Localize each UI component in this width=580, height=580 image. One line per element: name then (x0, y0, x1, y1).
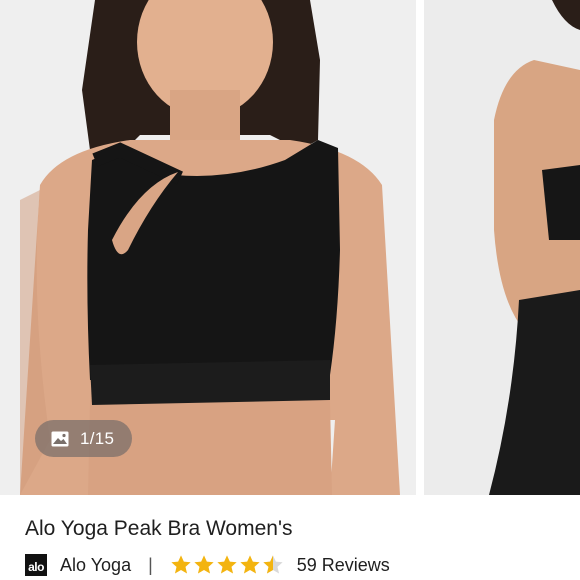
product-title[interactable]: Alo Yoga Peak Bra Women's (25, 517, 292, 541)
product-image-next[interactable] (424, 0, 580, 495)
brand-name-link[interactable]: Alo Yoga (60, 555, 131, 576)
reviews-count-link[interactable]: 59 Reviews (297, 555, 390, 576)
image-counter-text: 1/15 (80, 428, 115, 448)
brand-logo[interactable]: alo (25, 554, 47, 576)
meta-divider: | (148, 554, 153, 575)
product-meta-row: alo Alo Yoga | 59 Reviews (25, 552, 390, 578)
star-half-icon (263, 555, 283, 574)
star-full-icon (194, 555, 214, 574)
star-full-icon (240, 555, 260, 574)
rating-stars[interactable] (170, 554, 285, 576)
image-icon (49, 430, 71, 448)
star-full-icon (217, 555, 237, 574)
image-counter: 1/15 (35, 420, 132, 457)
image-gallery[interactable]: 1/15 (0, 0, 580, 495)
product-info: Alo Yoga Peak Bra Women's alo Alo Yoga |… (0, 495, 580, 580)
star-full-icon (171, 555, 191, 574)
